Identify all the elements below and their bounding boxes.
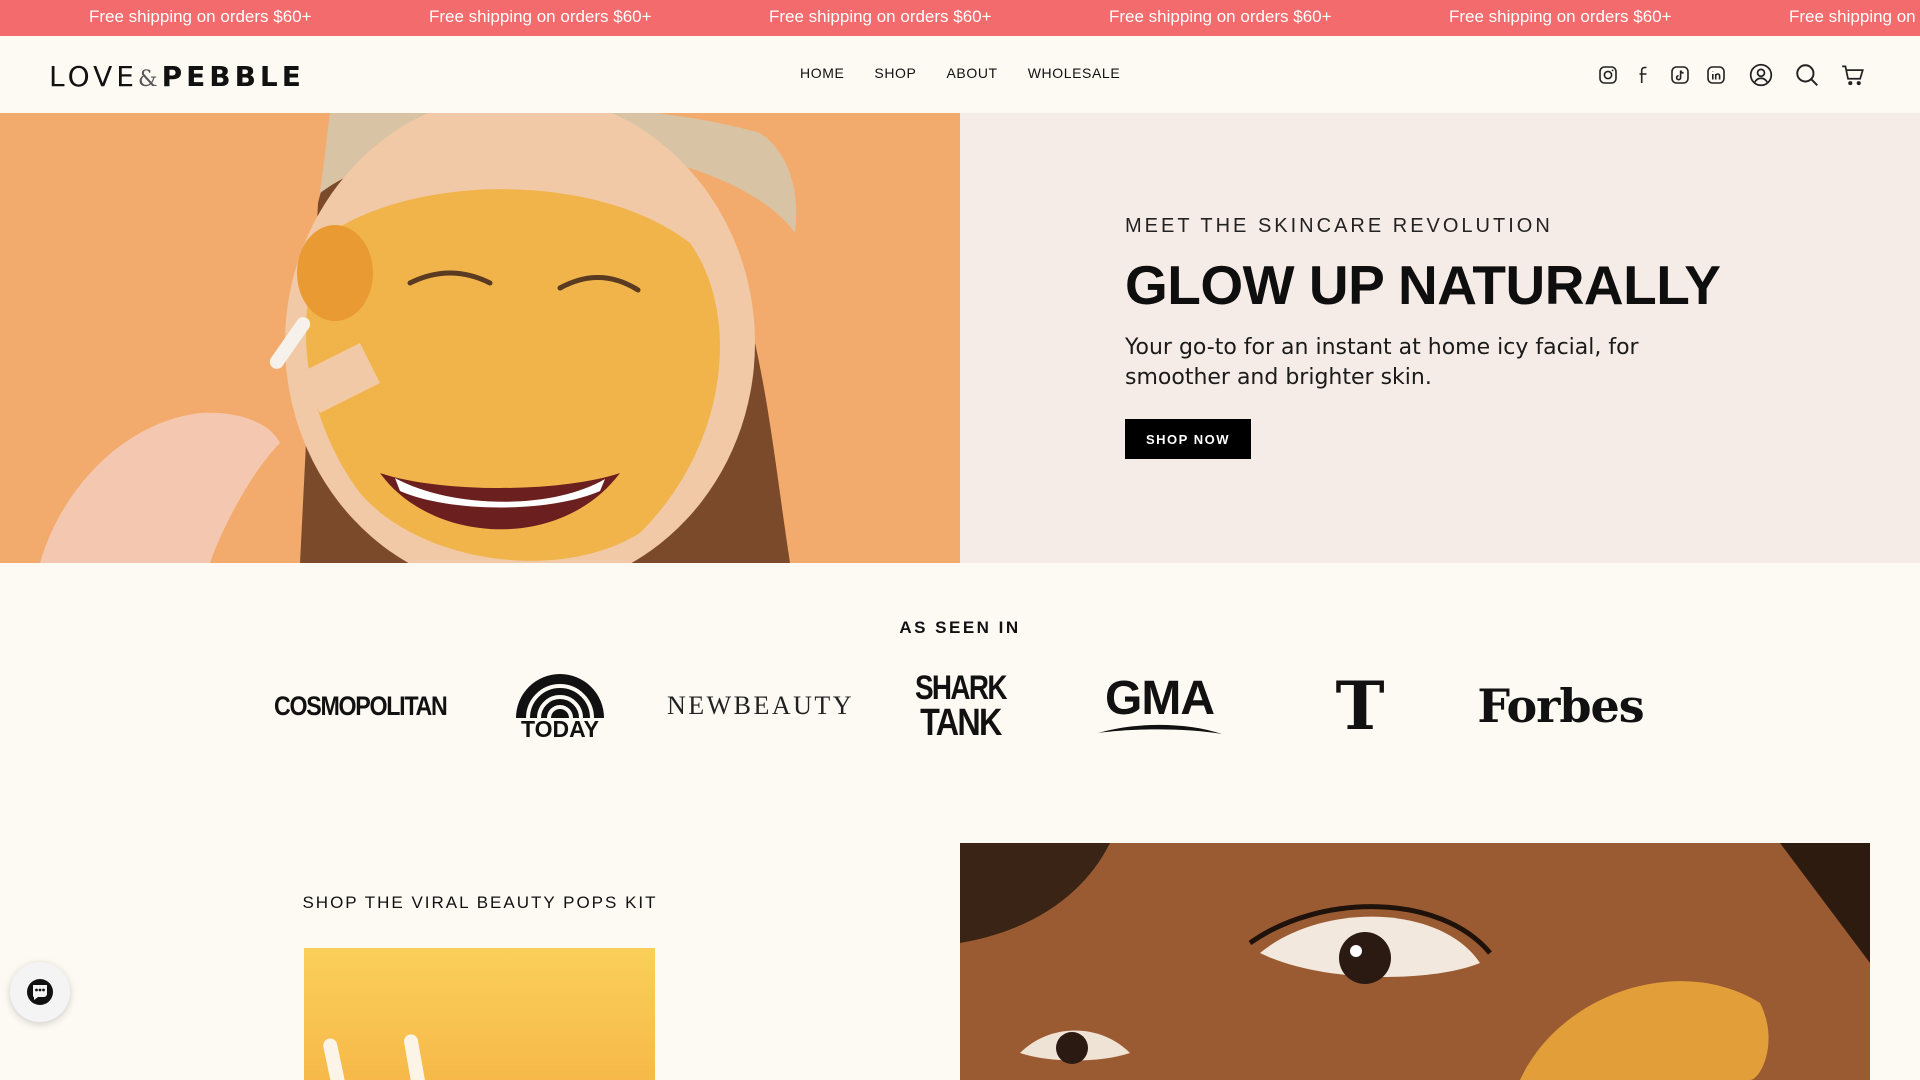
- lower-feature-illustration: [960, 843, 1870, 1080]
- tank-text: TANK: [919, 702, 1002, 744]
- forbes-text: Forbes: [1477, 679, 1644, 733]
- kit-product-image[interactable]: [304, 948, 655, 1080]
- announcement-text: Free shipping on orders $60+: [429, 7, 652, 26]
- site-logo[interactable]: LOVE & PEBBLE: [49, 60, 305, 93]
- cosmopolitan-text: COSMOPOLITAN: [273, 690, 448, 721]
- announcement-text: Free shipping on orders $60+: [1449, 7, 1672, 26]
- nav-item-about[interactable]: ABOUT: [946, 65, 997, 81]
- announcement-text: Free shipping on orders $60+: [1109, 7, 1332, 26]
- press-logos: COSMOPOLITAN TODAY NEWBEAUTY SHARK TANK …: [0, 666, 1920, 746]
- lower-feature-image: [960, 843, 1870, 1080]
- nytimes-logo[interactable]: T: [1310, 666, 1410, 746]
- gma-text: GMA: [1105, 672, 1215, 725]
- announcement-bar: Free shipping on orders $60+ Free shippi…: [0, 0, 1920, 36]
- gma-swoosh-icon: [1097, 724, 1222, 734]
- hero-illustration: [40, 113, 797, 563]
- logo-ampersand: &: [138, 67, 158, 92]
- instagram-icon[interactable]: [1596, 63, 1620, 87]
- nav-item-wholesale[interactable]: WHOLESALE: [1028, 65, 1121, 81]
- logo-word-love: LOVE: [49, 60, 138, 93]
- logo-word-pebble: PEBBLE: [161, 60, 305, 93]
- tiktok-icon[interactable]: [1668, 63, 1692, 87]
- shop-now-button[interactable]: SHOP NOW: [1125, 419, 1251, 459]
- search-icon[interactable]: [1794, 62, 1820, 88]
- newbeauty-text: NEWBEAUTY: [666, 691, 855, 720]
- hero-eyebrow: MEET THE SKINCARE REVOLUTION: [1125, 215, 1553, 237]
- main-nav: HOME SHOP ABOUT WHOLESALE: [800, 65, 1150, 81]
- account-icon[interactable]: [1748, 62, 1774, 88]
- nav-item-home[interactable]: HOME: [800, 65, 844, 81]
- cart-icon[interactable]: [1840, 62, 1866, 88]
- today-rainbow-icon: [516, 674, 604, 719]
- header-icons: [1584, 62, 1866, 88]
- chat-widget-button[interactable]: [10, 962, 70, 1022]
- hero-panel: MEET THE SKINCARE REVOLUTION GLOW UP NAT…: [960, 113, 1920, 563]
- linkedin-icon[interactable]: [1704, 63, 1728, 87]
- today-text: TODAY: [521, 716, 599, 742]
- announcement-track: Free shipping on orders $60+ Free shippi…: [89, 0, 1920, 36]
- nytimes-text: T: [1335, 667, 1385, 745]
- shark-tank-logo[interactable]: SHARK TANK: [905, 666, 1015, 746]
- hero-image: [0, 113, 960, 563]
- gma-logo[interactable]: GMA: [1092, 666, 1227, 746]
- nav-item-shop[interactable]: SHOP: [874, 65, 916, 81]
- announcement-text: Free shipping on orders $60+: [769, 7, 992, 26]
- forbes-logo[interactable]: Forbes: [1477, 666, 1644, 746]
- announcement-text: Free shipping on orders $60+: [89, 7, 312, 26]
- shark-text: SHARK: [914, 669, 1008, 707]
- chat-icon: [27, 979, 53, 1005]
- facebook-icon[interactable]: [1632, 63, 1656, 87]
- today-logo[interactable]: TODAY: [505, 666, 615, 746]
- newbeauty-logo[interactable]: NEWBEAUTY: [666, 666, 855, 746]
- hero-title: GLOW UP NATURALLY: [1125, 254, 1721, 316]
- as-seen-in-heading: AS SEEN IN: [899, 618, 1021, 637]
- announcement-text: Free shipping on: [1789, 7, 1916, 26]
- hero-description: Your go-to for an instant at home icy fa…: [1125, 335, 1639, 390]
- cosmopolitan-logo[interactable]: COSMOPOLITAN: [274, 666, 448, 746]
- kit-section-title: SHOP THE VIRAL BEAUTY POPS KIT: [302, 893, 658, 912]
- kit-product-illustration: [323, 1034, 426, 1080]
- site-header: LOVE & PEBBLE HOME SHOP ABOUT WHOLESALE: [0, 36, 1920, 113]
